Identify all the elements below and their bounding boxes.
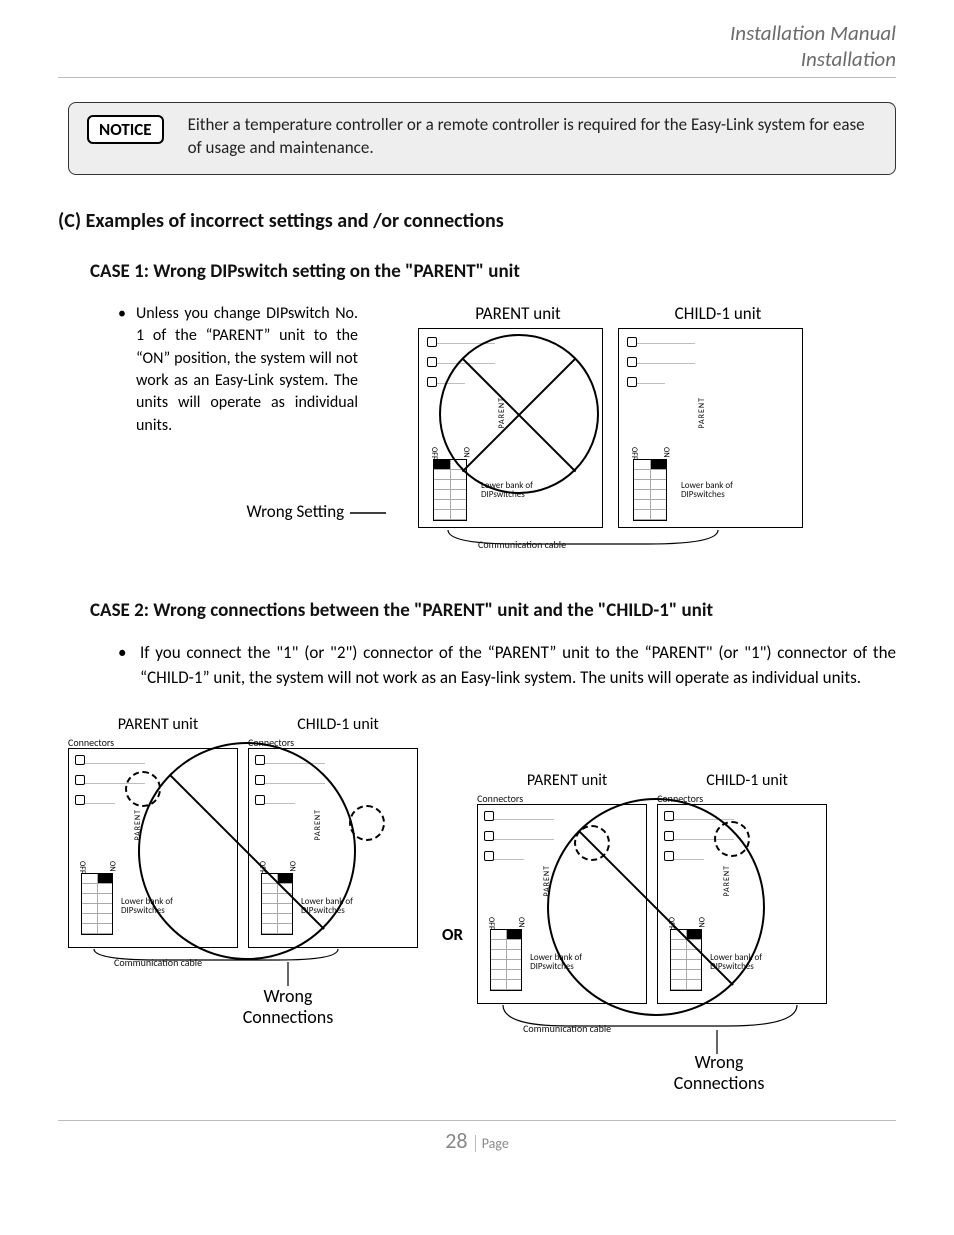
case1-bullet: Unless you change DIPswitch No. 1 of the… bbox=[58, 303, 358, 437]
prohibited-icon bbox=[547, 798, 765, 1016]
label-child-unit: CHILD-1 unit bbox=[618, 303, 818, 324]
prohibited-icon bbox=[138, 742, 356, 960]
footer-rule bbox=[58, 1120, 896, 1121]
prohibited-icon bbox=[439, 334, 599, 494]
notice-callout: NOTICE Either a temperature controller o… bbox=[68, 102, 896, 176]
case2-heading: CASE 2: Wrong connections between the "P… bbox=[90, 598, 896, 624]
case2-bullet: If you connect the "1" (or "2") connecto… bbox=[58, 641, 896, 690]
label-parent-unit: PARENT unit bbox=[418, 303, 618, 324]
or-label: OR bbox=[442, 924, 463, 945]
wrong-setting-label: Wrong Setting bbox=[58, 501, 388, 522]
case1-diagram: PARENT unit CHILD-1 unit PARENT OFF ON bbox=[418, 303, 818, 558]
case1-row: Unless you change DIPswitch No. 1 of the… bbox=[58, 303, 896, 558]
page-number: 28 Page bbox=[58, 1127, 896, 1154]
wrong-connections-label: Wrong Connections bbox=[218, 986, 358, 1029]
case1-heading: CASE 1: Wrong DIPswitch setting on the "… bbox=[90, 259, 896, 285]
case2-diagrams: PARENT unit CHILD-1 unit Connectors Conn… bbox=[68, 715, 896, 1084]
section-name: Installation bbox=[58, 46, 896, 72]
notice-text: Either a temperature controller or a rem… bbox=[188, 113, 877, 161]
page-header: Installation Manual Installation bbox=[58, 20, 896, 78]
notice-tag: NOTICE bbox=[87, 115, 164, 144]
wrong-connections-label: Wrong Connections bbox=[649, 1052, 789, 1095]
section-heading: (C) Examples of incorrect settings and /… bbox=[58, 209, 896, 233]
manual-title: Installation Manual bbox=[58, 20, 896, 46]
